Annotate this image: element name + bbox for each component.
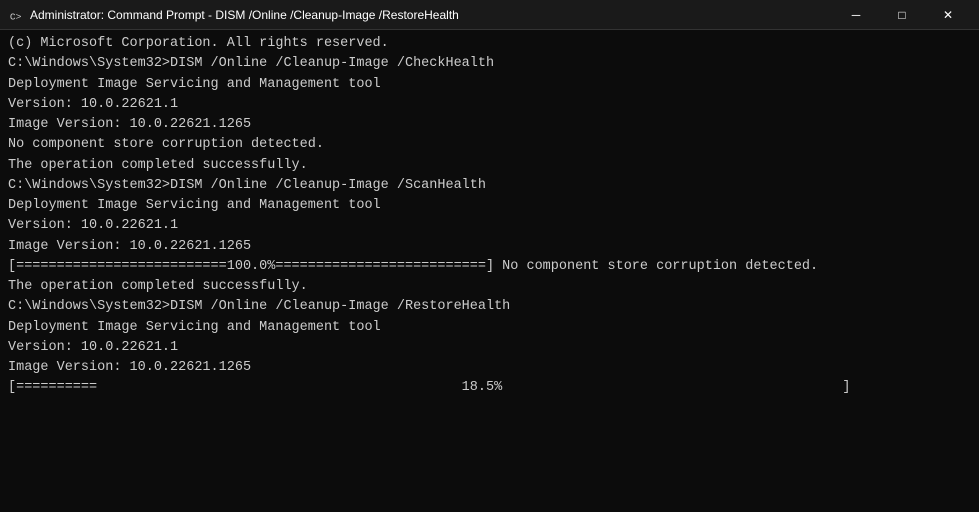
terminal-line: The operation completed successfully. [8, 156, 971, 176]
terminal-line: Version: 10.0.22621.1 [8, 216, 971, 236]
terminal-line: Deployment Image Servicing and Managemen… [8, 196, 971, 216]
cmd-icon: C> [8, 7, 24, 23]
terminal-line: Deployment Image Servicing and Managemen… [8, 75, 971, 95]
terminal-line: [========== 18.5% ] [8, 378, 971, 398]
title-bar-controls: ─ □ ✕ [833, 0, 971, 30]
title-bar-left: C> Administrator: Command Prompt - DISM … [8, 7, 459, 23]
terminal-body: (c) Microsoft Corporation. All rights re… [0, 30, 979, 512]
terminal-line: Deployment Image Servicing and Managemen… [8, 318, 971, 338]
minimize-button[interactable]: ─ [833, 0, 879, 30]
terminal-line: (c) Microsoft Corporation. All rights re… [8, 34, 971, 54]
title-bar: C> Administrator: Command Prompt - DISM … [0, 0, 979, 30]
terminal-line: Image Version: 10.0.22621.1265 [8, 237, 971, 257]
terminal-line: Image Version: 10.0.22621.1265 [8, 115, 971, 135]
terminal-line: No component store corruption detected. [8, 135, 971, 155]
terminal-line: Version: 10.0.22621.1 [8, 338, 971, 358]
terminal-line: C:\Windows\System32>DISM /Online /Cleanu… [8, 54, 971, 74]
title-bar-title: Administrator: Command Prompt - DISM /On… [30, 8, 459, 22]
terminal-line: C:\Windows\System32>DISM /Online /Cleanu… [8, 297, 971, 317]
terminal-line: Image Version: 10.0.22621.1265 [8, 358, 971, 378]
terminal-line: The operation completed successfully. [8, 277, 971, 297]
terminal-line: [==========================100.0%=======… [8, 257, 971, 277]
close-button[interactable]: ✕ [925, 0, 971, 30]
terminal-line: C:\Windows\System32>DISM /Online /Cleanu… [8, 176, 971, 196]
svg-text:C>: C> [10, 11, 22, 22]
terminal-line: Version: 10.0.22621.1 [8, 95, 971, 115]
maximize-button[interactable]: □ [879, 0, 925, 30]
